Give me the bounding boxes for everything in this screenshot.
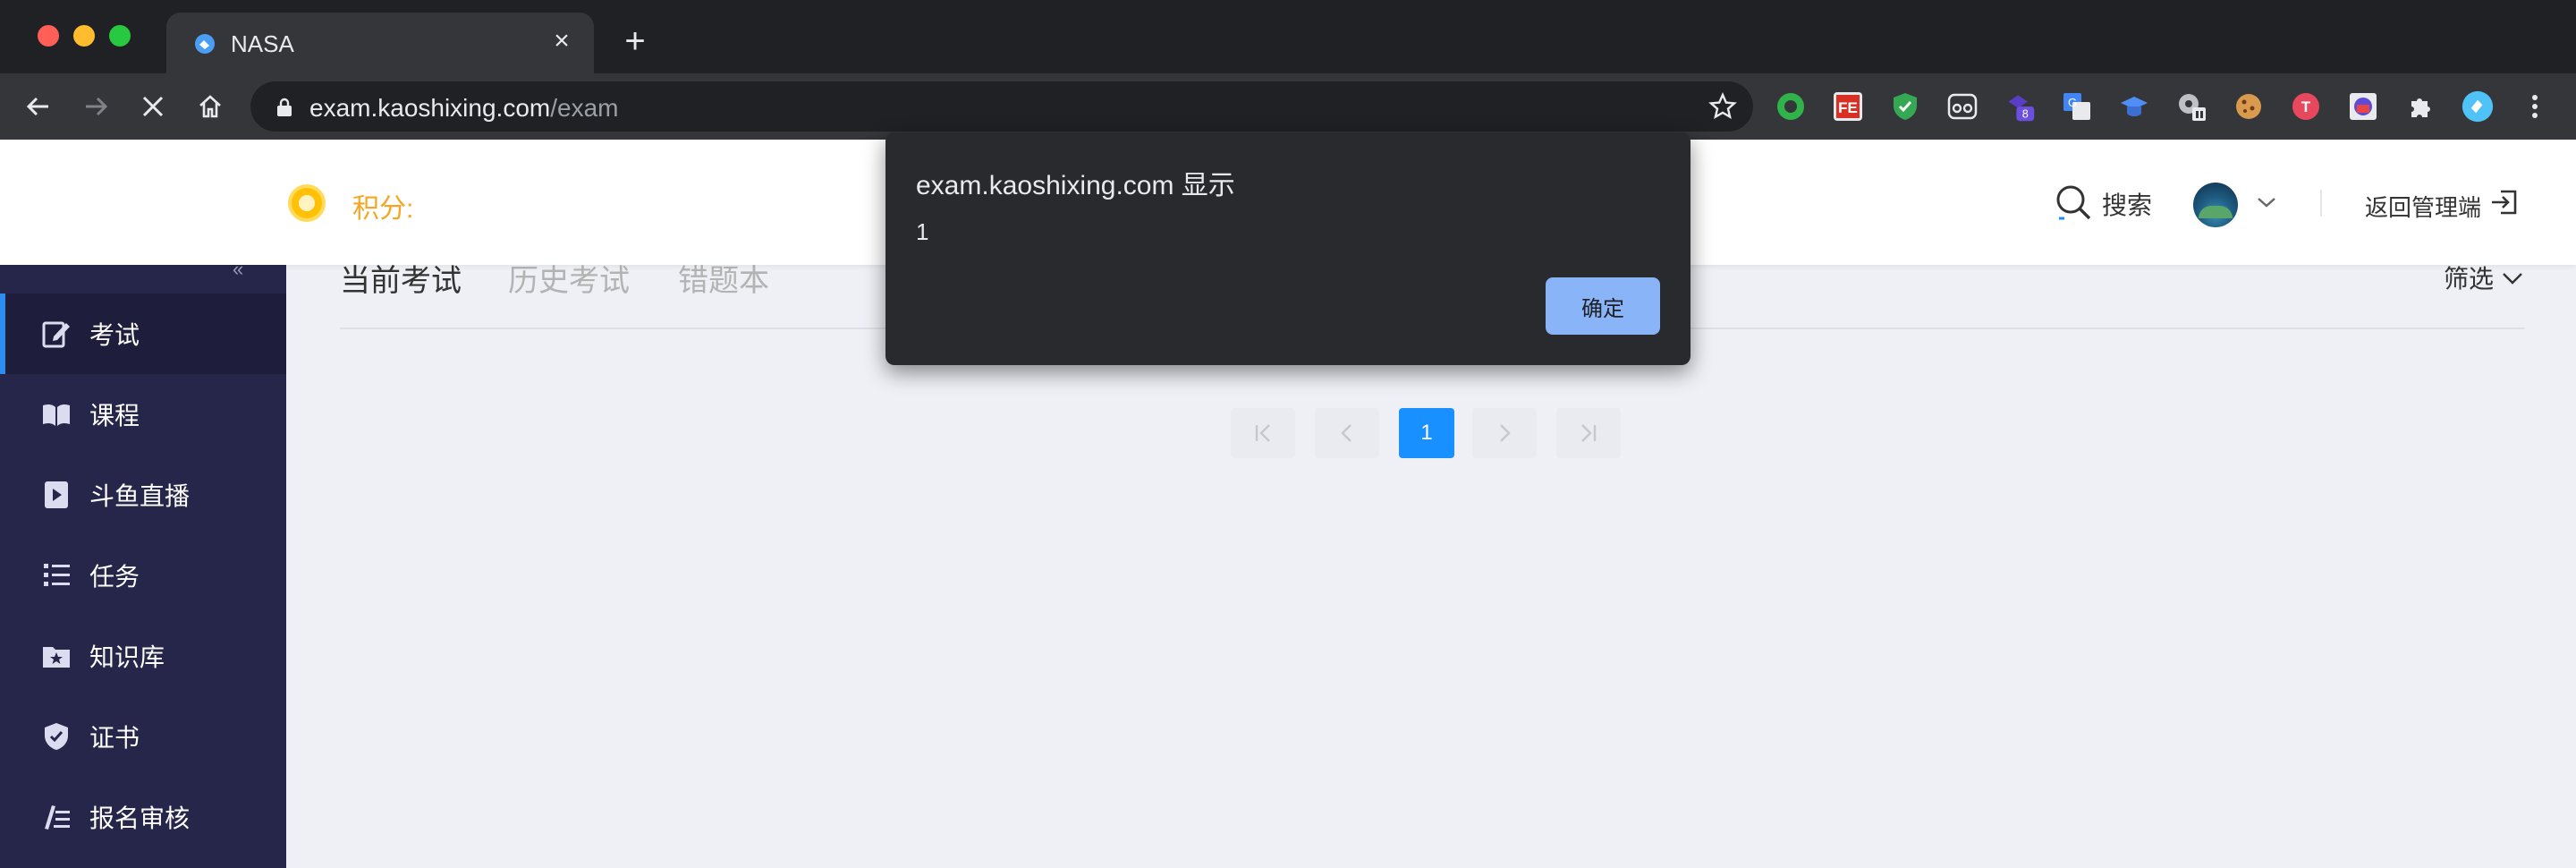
browser-tab[interactable]: NASA × xyxy=(166,13,594,73)
tab-close-icon[interactable]: × xyxy=(546,25,578,57)
pen-lines-icon xyxy=(45,805,70,830)
points-coin-icon xyxy=(288,184,326,222)
previous-page-button[interactable] xyxy=(1315,408,1379,458)
home-icon xyxy=(199,95,221,118)
extension-badge-count: 8 xyxy=(2022,108,2029,121)
gear-extension-icon[interactable] xyxy=(2175,90,2207,123)
chevron-down-icon[interactable] xyxy=(2501,270,2524,286)
browser-toolbar: exam.kaoshixing.com/exam FE 8 G T xyxy=(0,73,2576,140)
shield-check-icon xyxy=(45,723,68,750)
alert-ok-button[interactable]: 确定 xyxy=(1546,277,1660,335)
search-icon[interactable] xyxy=(2054,183,2093,222)
arrow-right-icon xyxy=(86,97,108,116)
t-extension-icon[interactable]: T xyxy=(2290,90,2322,123)
sidebar-item-label: 斗鱼直播 xyxy=(89,482,191,510)
sidebar-item-tasks[interactable]: 任务 xyxy=(0,535,286,616)
sidebar-item-exam[interactable]: 考试 xyxy=(0,294,286,374)
close-window-button[interactable] xyxy=(38,25,59,47)
exit-icon[interactable] xyxy=(2490,188,2519,217)
arrow-left-icon xyxy=(26,97,48,116)
url-path: /exam xyxy=(550,94,619,122)
last-page-icon xyxy=(1581,424,1597,442)
edit-icon xyxy=(42,321,70,348)
next-page-button[interactable] xyxy=(1472,408,1537,458)
alert-message: 1 xyxy=(916,218,929,245)
home-button[interactable] xyxy=(191,88,229,125)
sidebar-item-knowledge-base[interactable]: 知识库 xyxy=(0,616,286,696)
sidebar-item-label: 任务 xyxy=(89,563,140,591)
lock-icon xyxy=(277,98,292,116)
user-avatar[interactable] xyxy=(2193,183,2238,227)
cookie-extension-icon[interactable] xyxy=(2233,90,2265,123)
minimize-window-button[interactable] xyxy=(73,25,95,47)
badge-extension-icon[interactable]: 8 xyxy=(2004,90,2036,123)
sidebar-item-label: 课程 xyxy=(89,402,140,430)
fe-extension-icon[interactable]: FE xyxy=(1832,90,1864,123)
site-favicon-icon xyxy=(195,34,215,54)
more-menu-icon[interactable] xyxy=(2519,90,2551,123)
sidebar-item-label: 考试 xyxy=(89,321,140,349)
chevron-down-icon[interactable] xyxy=(2256,195,2277,209)
chevron-right-icon xyxy=(1500,424,1511,442)
chevron-left-icon xyxy=(1341,424,1352,442)
sidebar-item-label: 报名审核 xyxy=(89,804,191,832)
new-tab-button[interactable]: + xyxy=(617,23,653,59)
translate-extension-icon[interactable]: G xyxy=(2061,90,2093,123)
sidebar-item-registration-review[interactable]: 报名审核 xyxy=(0,777,286,857)
address-bar[interactable]: exam.kaoshixing.com/exam xyxy=(250,81,1753,132)
puzzle-extensions-icon[interactable] xyxy=(2404,90,2436,123)
last-page-button[interactable] xyxy=(1556,408,1621,458)
url-host: exam.kaoshixing.com xyxy=(309,94,551,122)
first-page-button[interactable] xyxy=(1231,408,1295,458)
book-icon xyxy=(43,404,70,426)
header-divider xyxy=(2320,190,2322,217)
search-link[interactable]: 搜索 xyxy=(2102,186,2152,222)
sidebar-item-courses[interactable]: 课程 xyxy=(0,374,286,455)
profile-avatar-icon[interactable] xyxy=(2462,90,2494,123)
points-label: 积分: xyxy=(352,194,414,224)
play-icon xyxy=(45,481,68,508)
radio-extension-icon[interactable] xyxy=(2347,90,2379,123)
bookmark-star-icon[interactable] xyxy=(1708,92,1737,121)
sidebar-item-douyu-live[interactable]: 斗鱼直播 xyxy=(0,455,286,535)
graduation-cap-extension-icon[interactable] xyxy=(2118,90,2150,123)
sidebar-item-label: 知识库 xyxy=(89,643,165,671)
browser-tab-bar: NASA × + xyxy=(0,0,2576,73)
sidebar-item-certificates[interactable]: 证书 xyxy=(0,696,286,777)
sidebar-item-label: 证书 xyxy=(89,724,140,752)
maximize-window-button[interactable] xyxy=(109,25,131,47)
owl-extension-icon[interactable] xyxy=(1946,90,1979,123)
svg-text:T: T xyxy=(2301,98,2311,115)
tab-title: NASA xyxy=(231,30,294,57)
list-icon xyxy=(44,564,70,586)
page-number-button[interactable]: 1 xyxy=(1399,408,1454,458)
alert-title: exam.kaoshixing.com 显示 xyxy=(916,171,1235,200)
first-page-icon xyxy=(1255,424,1270,442)
folder-star-icon xyxy=(43,647,70,668)
svg-text:G: G xyxy=(2068,96,2077,109)
sidebar: « 考试 课程 斗鱼直播 任务 知识库 证书 报名审核 xyxy=(0,258,286,868)
url-text[interactable]: exam.kaoshixing.com/exam xyxy=(309,94,618,123)
back-button[interactable] xyxy=(20,88,57,125)
svg-text:FE: FE xyxy=(1838,99,1858,116)
shield-extension-icon[interactable] xyxy=(1889,90,1921,123)
alert-dialog: exam.kaoshixing.com 显示 1 确定 xyxy=(886,132,1690,365)
filter-dropdown[interactable]: 筛选 xyxy=(2444,260,2494,295)
stop-loading-button[interactable] xyxy=(134,88,172,125)
green-circle-extension-icon[interactable] xyxy=(1775,90,1807,123)
close-icon xyxy=(142,96,164,117)
forward-button[interactable] xyxy=(77,88,114,125)
back-to-admin-link[interactable]: 返回管理端 xyxy=(2365,190,2481,223)
